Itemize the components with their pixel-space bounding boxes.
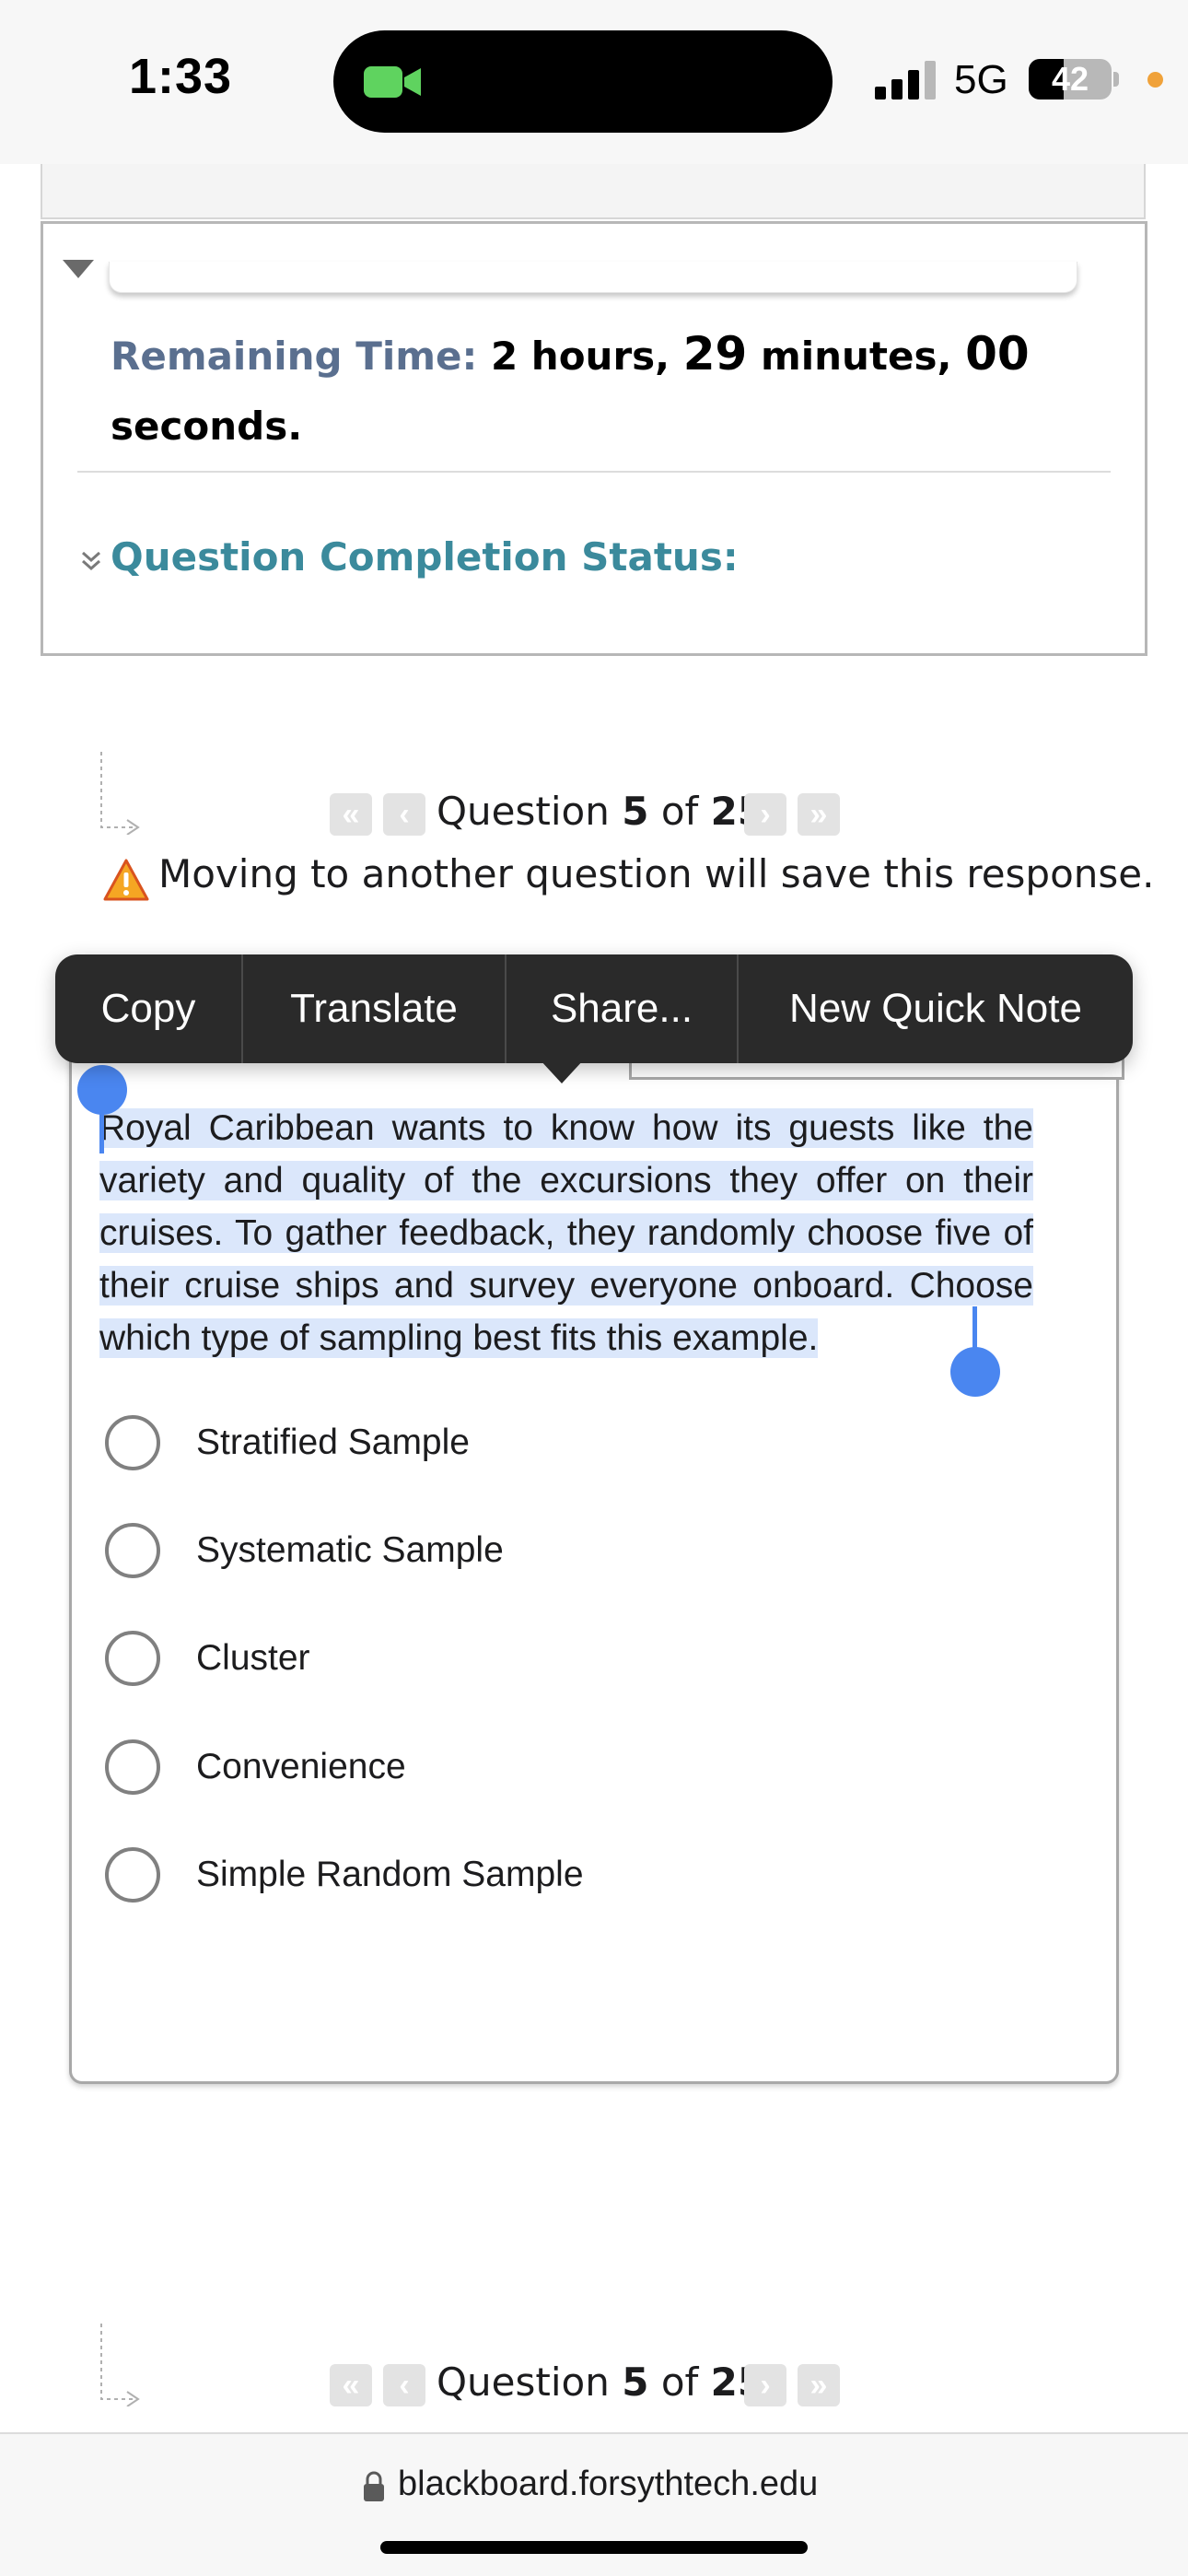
remaining-hours-unit: hours, [530,334,670,379]
translate-menu-item[interactable]: Translate [243,954,507,1063]
cellular-signal-icon [875,61,936,100]
battery-level: 42 [1051,60,1089,98]
double-chevron-down-icon[interactable] [79,549,103,573]
option-label[interactable]: Simple Random Sample [196,1855,584,1895]
remaining-minutes: 29 [682,327,748,381]
nav-connector-icon [100,2324,140,2406]
question-text: Royal Caribbean wants to know how its gu… [99,1102,1033,1364]
remaining-minutes-unit: minutes, [760,334,952,379]
remaining-seconds: 00 [965,327,1030,381]
question-counter-separator: of [660,2359,699,2405]
previous-question-button[interactable]: ‹ [383,793,425,836]
remaining-hours: 2 [490,334,518,379]
option-radio[interactable] [105,1523,160,1578]
selection-start-caret [99,1106,104,1153]
warning-icon [103,859,149,901]
collapse-triangle-icon[interactable] [63,260,94,278]
first-question-button[interactable]: « [330,793,372,836]
option-label[interactable]: Stratified Sample [196,1423,470,1463]
timer-divider [77,471,1111,473]
context-menu-pointer [540,1060,584,1083]
option-radio[interactable] [105,1415,160,1470]
page-header-strip [41,164,1146,219]
last-question-button[interactable]: » [798,793,840,836]
text-selection-context-menu: Copy Translate Share... New Quick Note [55,954,1133,1063]
selection-end-caret [973,1306,977,1352]
previous-question-button[interactable]: ‹ [383,2364,425,2406]
question-counter: Question 5 of 25 [437,789,764,834]
status-time: 1:33 [129,49,233,104]
facetime-camera-icon [364,66,421,98]
option-label[interactable]: Cluster [196,1638,310,1679]
share-menu-item[interactable]: Share... [507,954,739,1063]
lock-icon [364,2471,384,2501]
battery-cap [1113,72,1119,87]
save-warning-text: Moving to another question will save thi… [158,851,1155,896]
option-label[interactable]: Systematic Sample [196,1530,504,1571]
next-question-button[interactable]: › [744,2364,786,2406]
privacy-indicator-dot [1147,72,1163,88]
next-question-button[interactable]: › [744,793,786,836]
last-question-button[interactable]: » [798,2364,840,2406]
browser-url-bar[interactable] [0,2432,1188,2576]
copy-menu-item[interactable]: Copy [55,954,243,1063]
network-type: 5G [954,57,1008,102]
question-current: 5 [622,789,649,834]
nav-connector-icon [100,752,140,835]
battery-icon: 42 [1029,59,1112,100]
remaining-time: Remaining Time: 2 hours, 29 minutes, 00 s… [111,319,1105,462]
option-radio[interactable] [105,1739,160,1795]
first-question-button[interactable]: « [330,2364,372,2406]
question-counter: Question 5 of 25 [437,2359,764,2405]
home-indicator[interactable] [380,2541,808,2554]
timer-progress-bar [109,262,1077,293]
question-counter-separator: of [660,789,699,834]
question-counter-prefix: Question [437,2359,610,2405]
remaining-seconds-unit: seconds. [111,404,303,449]
new-quick-note-menu-item[interactable]: New Quick Note [739,954,1133,1063]
url-text[interactable]: blackboard.forsythtech.edu [398,2465,818,2504]
question-completion-status-toggle[interactable]: Question Completion Status: [111,534,739,580]
selection-end-handle[interactable] [950,1347,1000,1397]
question-current: 5 [622,2359,649,2405]
remaining-time-label: Remaining Time: [111,334,478,379]
option-label[interactable]: Convenience [196,1747,406,1787]
option-radio[interactable] [105,1847,160,1903]
question-counter-prefix: Question [437,789,610,834]
selected-question-text: Royal Caribbean wants to know how its gu… [99,1108,1033,1358]
option-radio[interactable] [105,1631,160,1686]
